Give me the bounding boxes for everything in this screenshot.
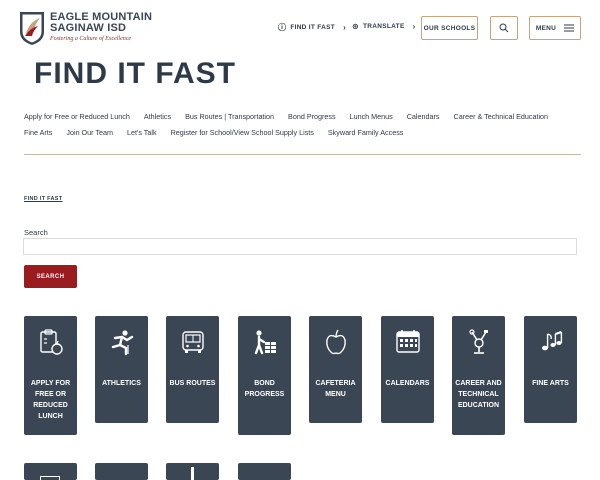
tile-bond-progress[interactable]: BOND PROGRESS <box>238 316 291 435</box>
chevron-right-icon: › <box>412 22 416 31</box>
quick-link-skyward[interactable]: Skyward Family Access <box>328 128 404 137</box>
hamburger-icon <box>564 24 575 32</box>
menu-button[interactable]: MENU <box>529 16 581 40</box>
tile-label: BOND PROGRESS <box>244 380 285 398</box>
globe-icon: ⊛ <box>352 22 360 31</box>
tile-label: ATHLETICS <box>102 380 141 387</box>
brand-tagline: Fostering a Culture of Excellence <box>50 36 132 42</box>
hurdler-icon <box>111 330 133 356</box>
tile-cafeteria-menu[interactable]: CAFETERIA MENU <box>309 316 362 423</box>
quick-link-register[interactable]: Register for School/View School Supply L… <box>171 128 314 137</box>
district-logo-icon[interactable] <box>18 10 46 46</box>
tile-label: CALENDARS <box>385 380 430 387</box>
find-it-fast-link[interactable]: ⓘ FIND IT FAST › <box>278 22 346 33</box>
tile-row2-4[interactable] <box>238 463 291 480</box>
tools-icon <box>468 329 488 354</box>
breadcrumb[interactable]: FIND IT FAST <box>24 196 62 202</box>
brand-line-2: SAGINAW ISD <box>50 22 127 34</box>
quick-link-calendars[interactable]: Calendars <box>407 112 440 121</box>
tile-row2-2[interactable] <box>95 463 148 480</box>
bus-icon <box>181 331 204 353</box>
tile-icon <box>191 467 194 480</box>
tile-fine-arts[interactable]: FINE ARTS <box>524 316 577 423</box>
calendar-icon <box>395 330 420 353</box>
quick-link-fine-arts[interactable]: Fine Arts <box>24 128 52 137</box>
tile-label: APPLY FOR FREE OR REDUCED LUNCH <box>30 380 71 420</box>
tile-row2-3[interactable] <box>166 463 219 480</box>
quick-link-career-technical[interactable]: Career & Technical Education <box>454 112 549 121</box>
menu-label: MENU <box>535 24 557 32</box>
chevron-right-icon: › <box>343 23 347 32</box>
find-it-fast-label: FIND IT FAST <box>290 24 336 31</box>
music-notes-icon <box>541 331 562 351</box>
section-divider <box>24 154 581 155</box>
tile-calendars[interactable]: CALENDARS <box>381 316 434 423</box>
quick-link-bus-routes[interactable]: Bus Routes | Transportation <box>185 112 274 121</box>
quick-link-free-reduced-lunch[interactable]: Apply for Free or Reduced Lunch <box>24 112 130 121</box>
tile-row2-1[interactable] <box>24 463 77 480</box>
document-icon <box>40 476 60 480</box>
clipboard-apple-icon <box>39 329 63 355</box>
quick-link-join-our-team[interactable]: Join Our Team <box>66 128 113 137</box>
tile-label: CAREER AND TECHNICAL EDUCATION <box>455 380 502 409</box>
tile-label: BUS ROUTES <box>169 380 216 387</box>
quick-links-row-1: Apply for Free or Reduced Lunch Athletic… <box>24 108 584 124</box>
search-button-header[interactable] <box>490 16 518 40</box>
quick-links-row-2: Fine Arts Join Our Team Let's Talk Regis… <box>24 124 584 140</box>
quick-link-athletics[interactable]: Athletics <box>144 112 171 121</box>
quick-link-lunch-menus[interactable]: Lunch Menus <box>350 112 393 121</box>
site-header: EAGLE MOUNTAIN SAGINAW ISD Fostering a C… <box>0 0 600 58</box>
tile-career-technical[interactable]: CAREER AND TECHNICAL EDUCATION <box>452 316 505 435</box>
apple-icon <box>325 329 346 355</box>
tile-athletics[interactable]: ATHLETICS <box>95 316 148 423</box>
our-schools-label: OUR SCHOOLS <box>423 24 476 32</box>
page-title: FIND IT FAST <box>34 57 236 90</box>
question-circle-icon: ⓘ <box>278 23 287 32</box>
search-submit-button[interactable]: SEARCH <box>24 265 77 288</box>
tile-free-reduced-lunch[interactable]: APPLY FOR FREE OR REDUCED LUNCH <box>24 316 77 435</box>
translate-link[interactable]: ⊛ TRANSLATE › <box>352 22 416 31</box>
district-name[interactable]: EAGLE MOUNTAIN SAGINAW ISD Fostering a C… <box>50 12 152 43</box>
search-submit-label: SEARCH <box>36 273 65 280</box>
search-input[interactable] <box>23 238 577 255</box>
quick-links: Apply for Free or Reduced Lunch Athletic… <box>24 108 584 140</box>
quick-link-lets-talk[interactable]: Let's Talk <box>127 128 157 137</box>
translate-label: TRANSLATE <box>363 23 405 30</box>
tile-label: FINE ARTS <box>532 380 569 387</box>
tile-bus-routes[interactable]: BUS ROUTES <box>166 316 219 423</box>
tile-label: CAFETERIA MENU <box>315 380 356 398</box>
search-label: Search <box>24 228 48 237</box>
quick-link-bond-progress[interactable]: Bond Progress <box>288 112 336 121</box>
our-schools-button[interactable]: OUR SCHOOLS <box>421 16 478 40</box>
builder-bricks-icon <box>254 330 276 355</box>
search-icon <box>499 23 509 33</box>
